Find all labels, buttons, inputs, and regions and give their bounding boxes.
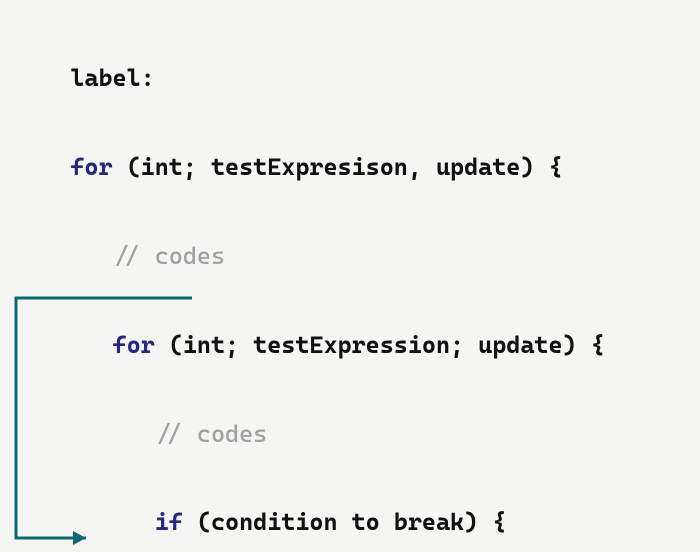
keyword-if: if: [155, 508, 183, 536]
comment-1: // codes: [113, 242, 226, 270]
code-block: label: for (int; testExpresison, update)…: [0, 12, 605, 552]
inner-for-params: (int; testExpression; update) {: [155, 331, 605, 359]
keyword-for-outer: for: [70, 153, 112, 181]
comment-2: // codes: [155, 420, 268, 448]
keyword-for-inner: for: [113, 331, 155, 359]
outer-for-params: (int; testExpresison, update) {: [113, 153, 563, 181]
if-condition: (condition to break) {: [183, 508, 506, 536]
code-label: label:: [0, 64, 155, 92]
